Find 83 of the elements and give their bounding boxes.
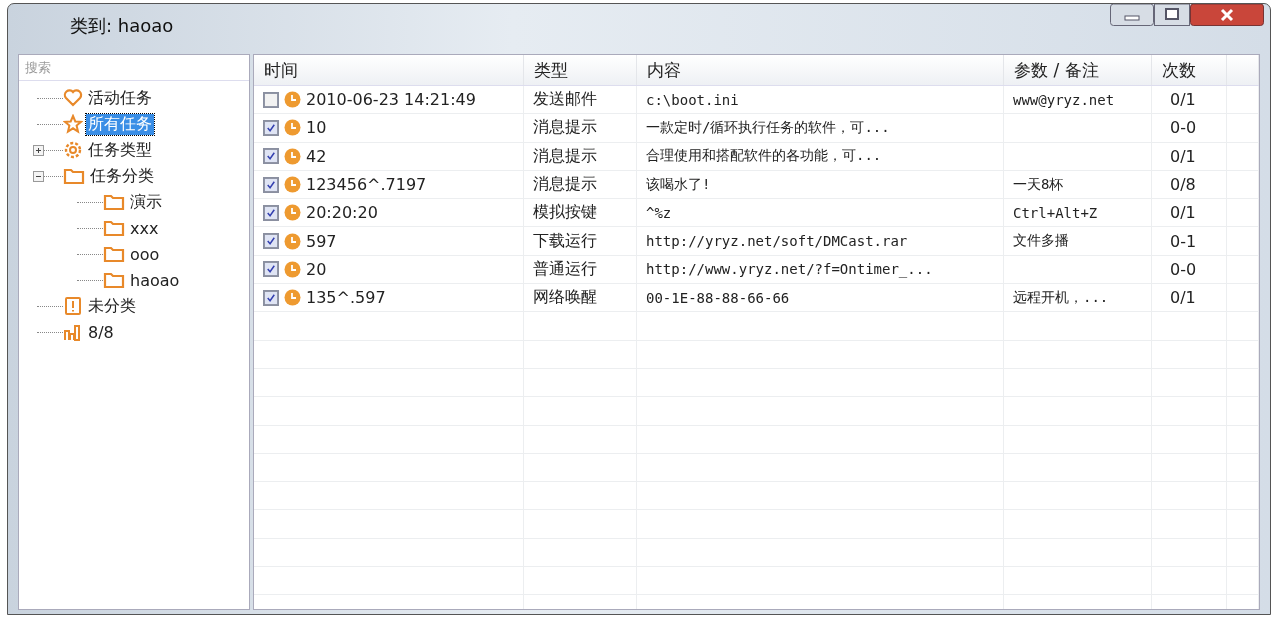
alert-icon <box>63 296 83 316</box>
count-text: 0/1 <box>1170 146 1196 166</box>
time-text: 597 <box>306 231 337 251</box>
column-header[interactable]: 时间 <box>254 55 524 85</box>
content-text: 00-1E-88-88-66-66 <box>646 289 790 306</box>
checkbox[interactable] <box>263 148 279 165</box>
clock-icon <box>284 176 301 194</box>
clock-icon <box>284 119 301 137</box>
content-text: c:\boot.ini <box>646 91 739 108</box>
folder-icon <box>103 244 125 264</box>
note-text: Ctrl+Alt+Z <box>1013 204 1098 221</box>
tree-item[interactable]: 任务分类 <box>88 165 156 187</box>
note-text: 远程开机，... <box>1013 288 1109 307</box>
tree-item[interactable]: ooo <box>128 244 162 264</box>
count-text: 0-0 <box>1170 259 1197 279</box>
count-text: 0/8 <box>1170 175 1196 195</box>
time-text: 20 <box>306 259 327 279</box>
tree-item[interactable]: 演示 <box>128 191 164 213</box>
tree-item[interactable]: 8/8 <box>86 322 116 342</box>
time-text: 20:20:20 <box>306 203 378 223</box>
content-text: http://www.yryz.net/?f=Ontimer_... <box>646 261 933 278</box>
collapse-icon[interactable] <box>33 170 44 182</box>
note-text: 一天8杯 <box>1013 175 1064 194</box>
clock-icon <box>284 204 301 222</box>
content-text: 合理使用和搭配软件的各功能，可... <box>646 147 882 166</box>
folder-icon <box>103 270 125 290</box>
time-text: 123456^.7197 <box>306 175 427 195</box>
tree-item[interactable]: xxx <box>128 218 161 238</box>
time-text: 2010-06-23 14:21:49 <box>306 90 476 110</box>
type-text: 普通运行 <box>533 258 597 280</box>
count-text: 0/1 <box>1170 288 1196 308</box>
clock-icon <box>284 232 301 250</box>
minimize-button[interactable] <box>1110 4 1154 26</box>
window-title: 类到: haoao <box>70 14 174 38</box>
chart-icon <box>63 322 83 342</box>
checkbox[interactable] <box>263 261 279 278</box>
note-text: 文件多播 <box>1013 232 1069 251</box>
checkbox[interactable] <box>263 233 279 250</box>
time-text: 10 <box>306 118 327 138</box>
content-text: ^%z <box>646 204 672 221</box>
star-icon <box>63 114 83 134</box>
content-text: http://yryz.net/soft/DMCast.rar <box>646 233 908 250</box>
content-text: 该喝水了! <box>646 175 711 194</box>
clock-icon <box>284 91 301 109</box>
folder-icon <box>103 192 125 212</box>
content-text: 一款定时/循环执行任务的软件，可... <box>646 118 890 137</box>
type-text: 消息提示 <box>533 174 597 196</box>
type-text: 发送邮件 <box>533 89 597 111</box>
type-text: 消息提示 <box>533 145 597 167</box>
column-header[interactable]: 次数 <box>1152 55 1227 85</box>
column-header[interactable]: 参数 / 备注 <box>1004 55 1152 85</box>
type-text: 消息提示 <box>533 117 597 139</box>
type-text: 下载运行 <box>533 230 597 252</box>
checkbox[interactable] <box>263 176 279 193</box>
time-text: 42 <box>306 146 327 166</box>
clock-icon <box>284 147 301 165</box>
column-header[interactable]: 类型 <box>524 55 637 85</box>
count-text: 0/1 <box>1170 203 1196 223</box>
folder-icon <box>103 218 125 238</box>
type-text: 模拟按键 <box>533 202 597 224</box>
count-text: 0/1 <box>1170 90 1196 110</box>
clock-icon <box>284 289 301 307</box>
count-text: 0-1 <box>1170 231 1197 251</box>
note-text: www@yryz.net <box>1013 91 1115 108</box>
tree-item[interactable]: haoao <box>128 270 182 290</box>
checkbox[interactable] <box>263 91 279 108</box>
tree-item[interactable]: 任务类型 <box>86 139 154 161</box>
tree-item[interactable]: 活动任务 <box>86 87 154 109</box>
heart-icon <box>63 88 83 108</box>
column-header[interactable]: 内容 <box>637 55 1004 85</box>
clock-icon <box>284 260 301 278</box>
checkbox[interactable] <box>263 289 279 306</box>
count-text: 0-0 <box>1170 118 1197 138</box>
checkbox[interactable] <box>263 119 279 136</box>
time-text: 135^.597 <box>306 288 386 308</box>
tree-item[interactable]: 未分类 <box>86 295 138 317</box>
gear-icon <box>63 140 83 160</box>
checkbox[interactable] <box>263 204 279 221</box>
maximize-button[interactable] <box>1154 4 1190 26</box>
close-button[interactable] <box>1190 4 1264 26</box>
expand-icon[interactable] <box>33 144 44 156</box>
type-text: 网络唤醒 <box>533 287 597 309</box>
folder-icon <box>63 166 85 186</box>
